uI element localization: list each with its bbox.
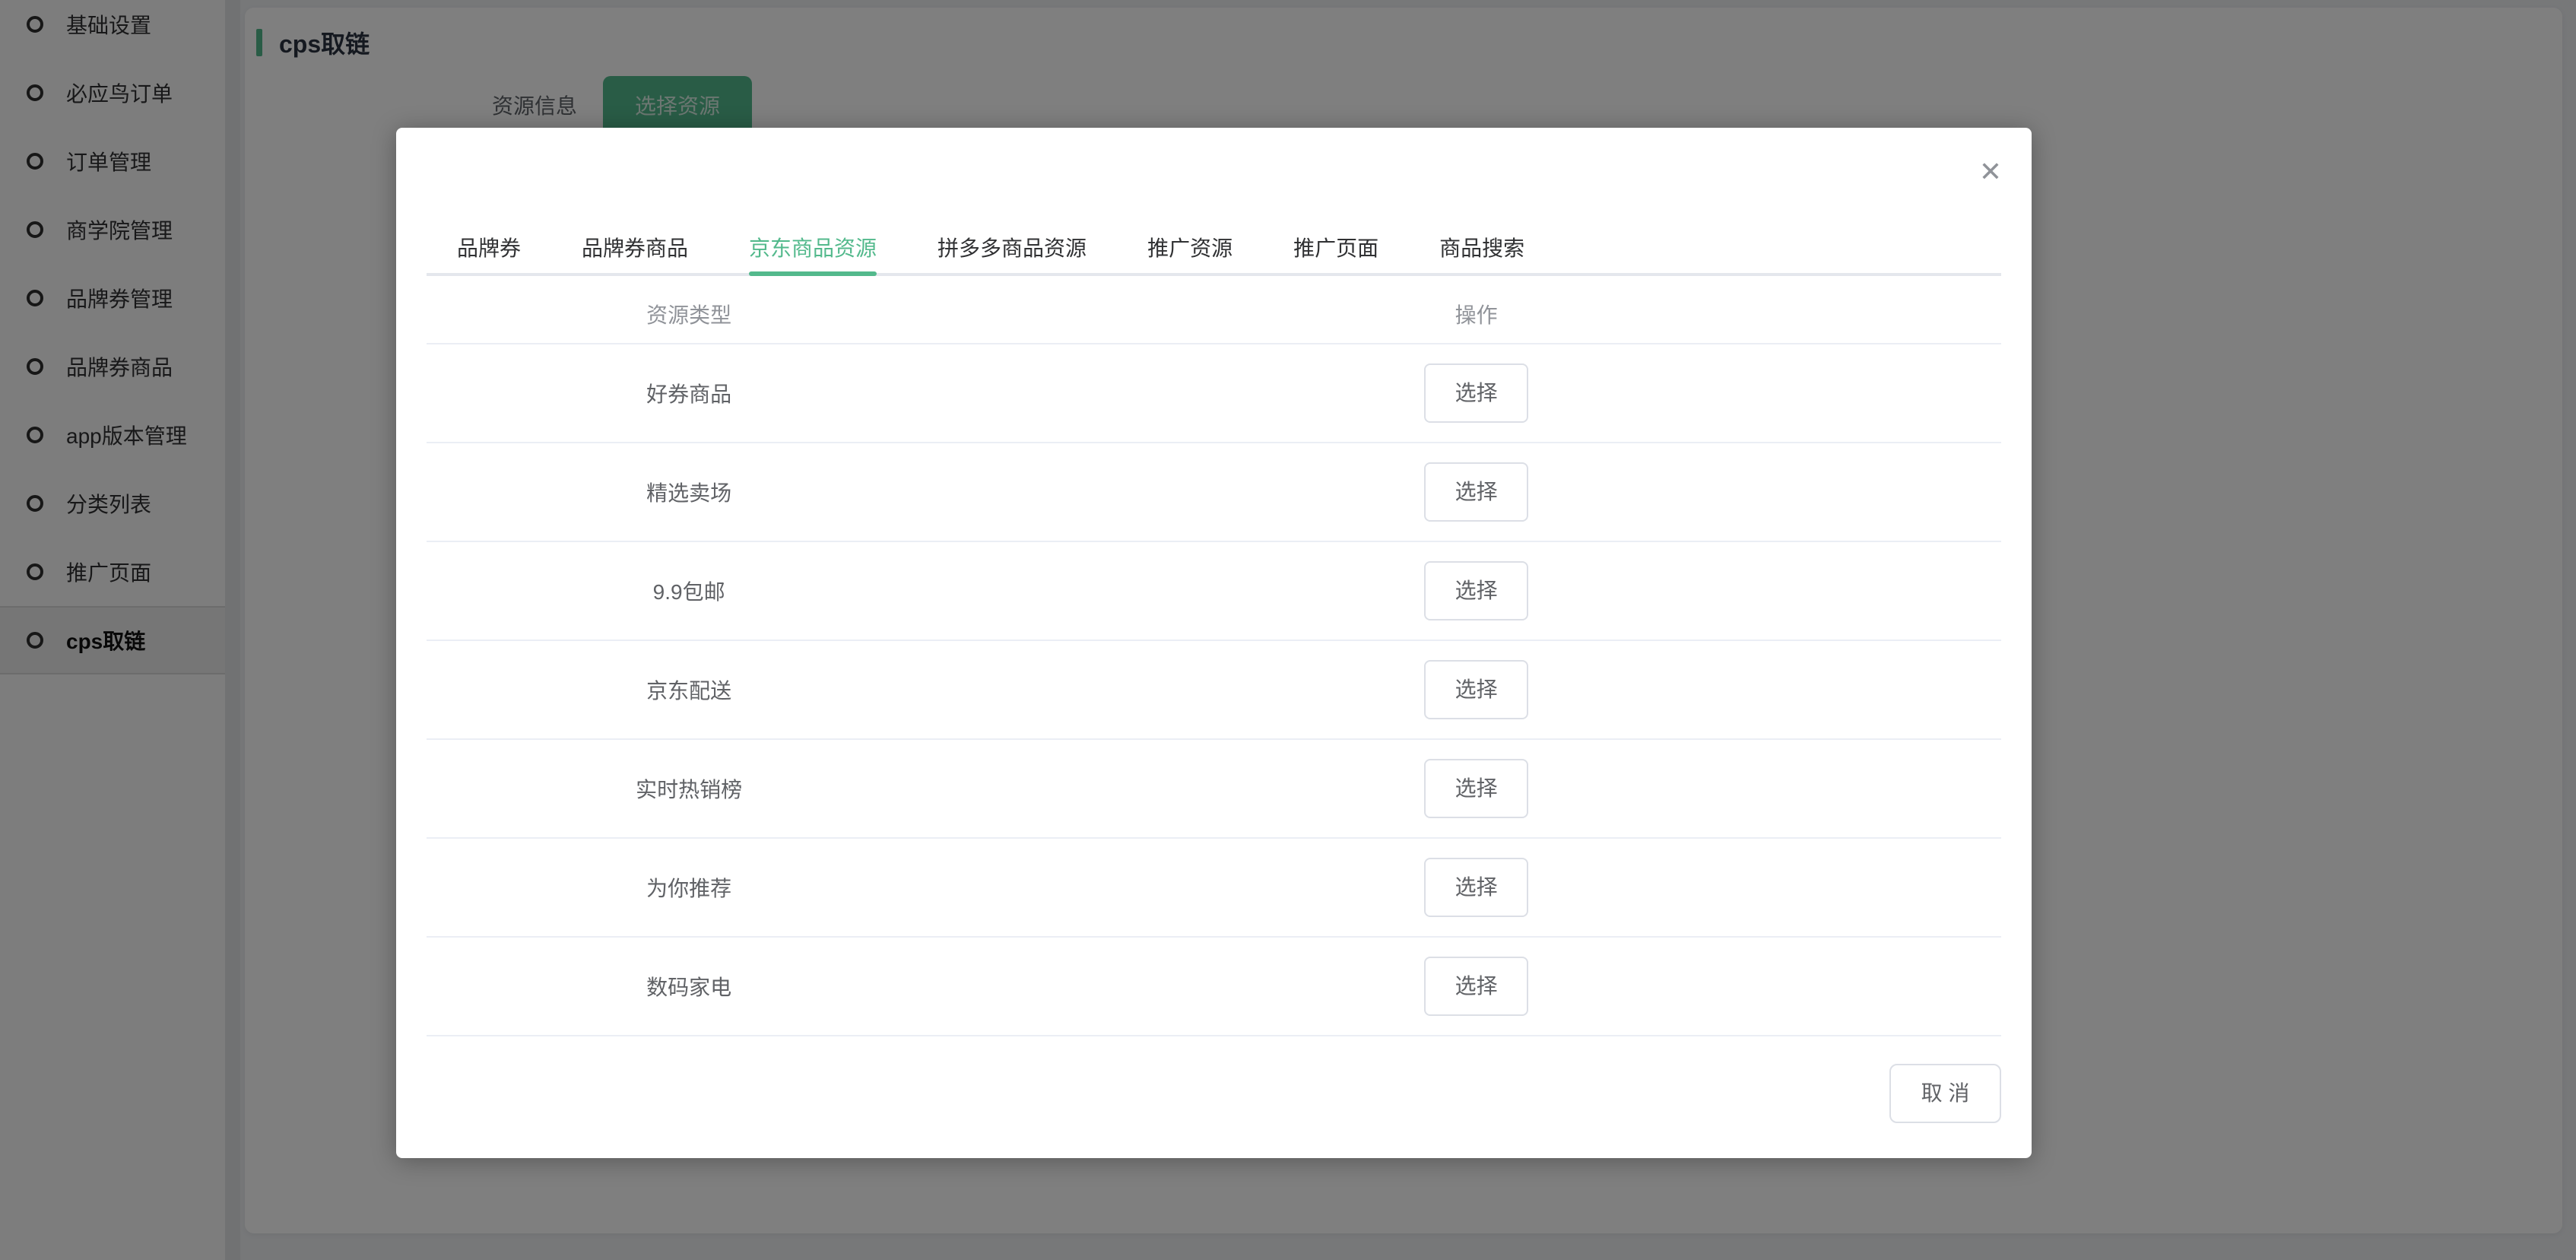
resource-type-cell: 精选卖场 — [427, 477, 951, 507]
action-cell: 选择 — [951, 660, 2001, 719]
resource-tab-label: 京东商品资源 — [749, 236, 877, 260]
close-icon[interactable]: ✕ — [1974, 155, 2007, 189]
select-button[interactable]: 选择 — [1424, 363, 1528, 423]
resource-dialog: ✕ 品牌券 品牌券商品 京东商品资源 拼多多商品资源 推广资源 推广页面 — [396, 128, 2032, 1158]
resource-tab-label: 品牌券 — [457, 236, 521, 260]
table-row: 数码家电 选择 — [427, 938, 2001, 1036]
table-row: 好券商品 选择 — [427, 344, 2001, 443]
resource-type-cell: 实时热销榜 — [427, 773, 951, 804]
action-cell: 选择 — [951, 759, 2001, 818]
table-row: 9.9包邮 选择 — [427, 542, 2001, 641]
resource-tab[interactable]: 品牌券 — [427, 224, 551, 273]
resource-tab[interactable]: 推广页面 — [1263, 224, 1409, 273]
resource-tab-label: 推广页面 — [1293, 236, 1378, 260]
select-button[interactable]: 选择 — [1424, 957, 1528, 1016]
select-button[interactable]: 选择 — [1424, 858, 1528, 917]
resource-table: 资源类型 操作 好券商品 选择 精选卖场 选择 — [427, 285, 2001, 1036]
resource-tab[interactable]: 品牌券商品 — [551, 224, 719, 273]
resource-tab[interactable]: 京东商品资源 — [719, 224, 907, 273]
select-button[interactable]: 选择 — [1424, 759, 1528, 818]
action-cell: 选择 — [951, 858, 2001, 917]
resource-tab-label: 商品搜索 — [1439, 236, 1524, 260]
resource-tab[interactable]: 商品搜索 — [1409, 224, 1555, 273]
action-cell: 选择 — [951, 957, 2001, 1016]
resource-type-cell: 好券商品 — [427, 378, 951, 408]
cancel-button[interactable]: 取 消 — [1889, 1064, 2001, 1123]
table-row: 实时热销榜 选择 — [427, 740, 2001, 839]
action-cell: 选择 — [951, 363, 2001, 423]
resource-tab-label: 品牌券商品 — [582, 236, 688, 260]
resource-type-cell: 数码家电 — [427, 971, 951, 1001]
resource-type-cell: 为你推荐 — [427, 872, 951, 903]
table-row: 京东配送 选择 — [427, 641, 2001, 740]
resource-tab[interactable]: 拼多多商品资源 — [907, 224, 1117, 273]
table-row: 精选卖场 选择 — [427, 443, 2001, 542]
resource-tab-label: 拼多多商品资源 — [937, 236, 1087, 260]
resource-tabs: 品牌券 品牌券商品 京东商品资源 拼多多商品资源 推广资源 推广页面 商品搜 — [427, 224, 2001, 276]
resource-tab-label: 推广资源 — [1147, 236, 1232, 260]
select-button[interactable]: 选择 — [1424, 660, 1528, 719]
action-cell: 选择 — [951, 462, 2001, 522]
table-row: 为你推荐 选择 — [427, 839, 2001, 938]
column-header-type: 资源类型 — [427, 299, 951, 329]
resource-type-cell: 京东配送 — [427, 674, 951, 705]
resource-type-cell: 9.9包邮 — [427, 576, 951, 606]
dialog-footer: 取 消 — [427, 1064, 2001, 1123]
column-header-action: 操作 — [951, 299, 2001, 329]
select-button[interactable]: 选择 — [1424, 462, 1528, 522]
resource-tab[interactable]: 推广资源 — [1117, 224, 1263, 273]
table-body: 好券商品 选择 精选卖场 选择 9.9包邮 选择 — [427, 344, 2001, 1036]
select-button[interactable]: 选择 — [1424, 561, 1528, 620]
action-cell: 选择 — [951, 561, 2001, 620]
table-header-row: 资源类型 操作 — [427, 285, 2001, 344]
